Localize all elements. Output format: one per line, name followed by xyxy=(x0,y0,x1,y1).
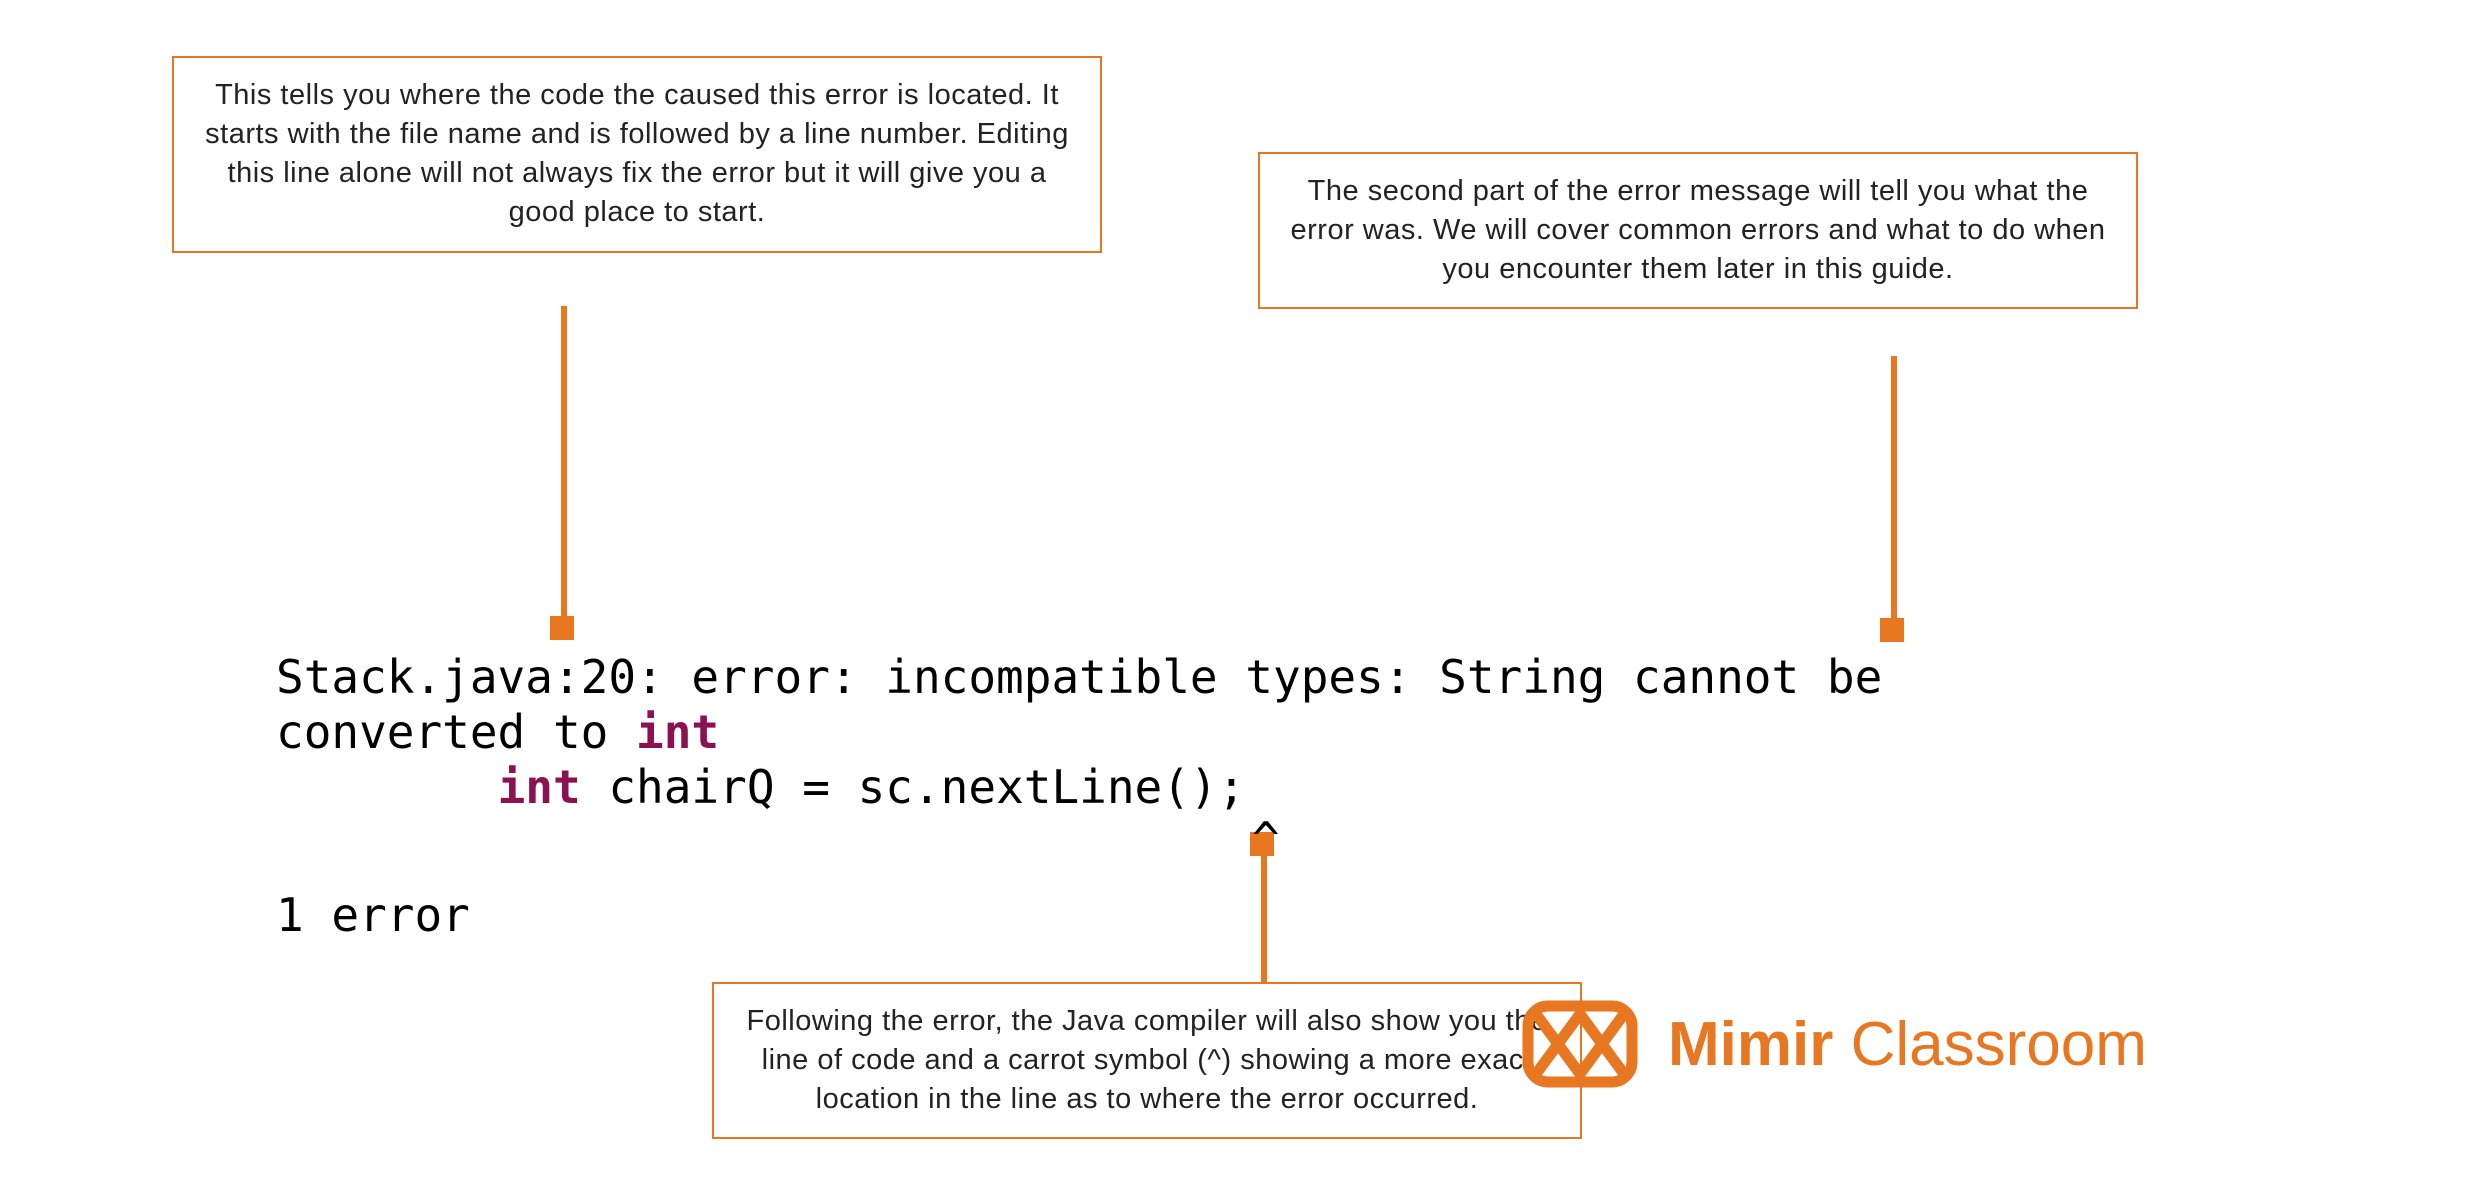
connector-endpoint xyxy=(550,616,574,640)
code-keyword-int: int xyxy=(498,760,581,814)
code-keyword-int: int xyxy=(636,705,719,759)
brand-name: Mimir Classroom xyxy=(1668,1009,2147,1080)
callout-error-description: The second part of the error message wil… xyxy=(1258,152,2138,309)
callout-caret-location: Following the error, the Java compiler w… xyxy=(712,982,1582,1139)
code-line-1: Stack.java:20: error: incompatible types… xyxy=(276,650,1882,704)
callout-text: This tells you where the code the caused… xyxy=(205,79,1069,228)
connector-line xyxy=(1891,356,1897,620)
code-line-3-rest: chairQ = sc.nextLine(); xyxy=(581,760,1246,814)
callout-file-location: This tells you where the code the caused… xyxy=(172,56,1102,253)
compiler-error-output: Stack.java:20: error: incompatible types… xyxy=(276,650,1882,816)
mimir-logo-icon xyxy=(1520,998,1640,1090)
caret-indicator: ^ xyxy=(1252,812,1280,866)
code-line-2a: converted to xyxy=(276,705,636,759)
callout-text: The second part of the error message wil… xyxy=(1291,175,2106,285)
connector-endpoint xyxy=(1880,618,1904,642)
connector-line xyxy=(561,306,567,618)
callout-text: Following the error, the Java compiler w… xyxy=(747,1005,1548,1115)
error-count: 1 error xyxy=(276,888,470,942)
brand-logo: Mimir Classroom xyxy=(1520,998,2147,1090)
code-line-3-pad xyxy=(276,760,498,814)
connector-line xyxy=(1261,854,1267,982)
